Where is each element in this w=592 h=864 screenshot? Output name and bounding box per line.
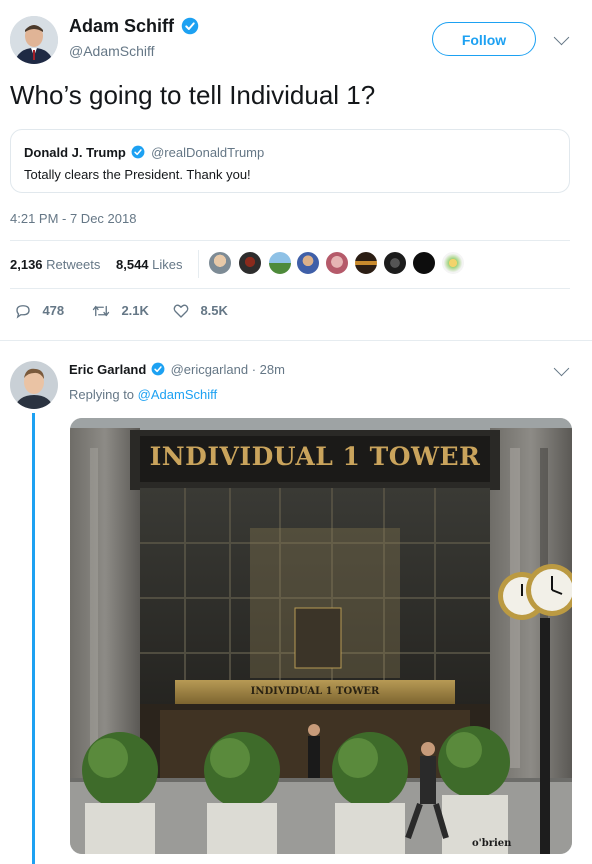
author-handle[interactable]: @AdamSchiff: [69, 43, 155, 59]
action-bar: 478 2.1K 8.5K: [10, 302, 310, 324]
lower-sign: INDIVIDUAL 1 TOWER: [250, 686, 380, 697]
tower-photo: [70, 418, 572, 854]
liker-avatar[interactable]: [238, 251, 262, 275]
quoted-author-name: Donald J. Trump: [24, 145, 126, 160]
tweet-image[interactable]: INDIVIDUAL 1 TOWER INDIVIDUAL 1 TOWER o'…: [70, 418, 572, 854]
photo-credit: o'brien: [472, 838, 512, 849]
liker-avatar[interactable]: [296, 251, 320, 275]
divider: [10, 240, 570, 241]
replying-to-link[interactable]: @AdamSchiff: [138, 387, 217, 402]
likes-stat[interactable]: 8,544 Likes: [116, 257, 183, 272]
thread-line: [32, 413, 35, 864]
quoted-author-handle: @realDonaldTrump: [151, 145, 265, 160]
liker-avatar[interactable]: [325, 251, 349, 275]
likes-label: Likes: [152, 257, 183, 272]
reply-header: Eric Garland @ericgarland · 28m: [69, 362, 285, 377]
author-name[interactable]: Adam Schiff: [69, 16, 199, 37]
stats-separator: [198, 250, 199, 278]
heart-icon: [173, 304, 189, 318]
reply-author-name[interactable]: Eric Garland: [69, 362, 146, 377]
quoted-author: Donald J. Trump @realDonaldTrump: [24, 145, 264, 160]
liker-avatar[interactable]: [383, 251, 407, 275]
chevron-down-icon[interactable]: [553, 360, 570, 377]
liker-avatar[interactable]: [268, 251, 292, 275]
reply-separator: ·: [251, 362, 257, 377]
replying-to: Replying to @AdamSchiff: [69, 387, 217, 402]
liker-avatar[interactable]: [441, 251, 465, 275]
quoted-tweet[interactable]: Donald J. Trump @realDonaldTrump Totally…: [10, 129, 570, 193]
like-count: 8.5K: [200, 303, 228, 319]
like-button[interactable]: 8.5K: [172, 302, 228, 320]
retweets-count: 2,136: [10, 257, 43, 272]
tweet-text: Who’s going to tell Individual 1?: [10, 80, 376, 110]
avatar[interactable]: [10, 16, 58, 64]
reply-author-handle[interactable]: @ericgarland: [171, 362, 249, 377]
retweets-stat[interactable]: 2,136 Retweets: [10, 257, 100, 272]
reply-time[interactable]: 28m: [260, 362, 285, 377]
liker-avatar[interactable]: [412, 251, 436, 275]
retweet-icon: [92, 305, 110, 317]
tower-sign: INDIVIDUAL 1 TOWER: [149, 442, 481, 471]
author-name-text[interactable]: Adam Schiff: [69, 16, 174, 36]
divider: [10, 288, 570, 289]
tweet-timestamp[interactable]: 4:21 PM - 7 Dec 2018: [10, 211, 136, 226]
reply-icon: [16, 305, 30, 319]
likes-count: 8,544: [116, 257, 149, 272]
liker-avatar[interactable]: [208, 251, 232, 275]
retweet-count: 2.1K: [121, 303, 149, 319]
quoted-text: Totally clears the President. Thank you!: [24, 167, 251, 182]
verified-icon: [132, 145, 145, 159]
liker-avatar[interactable]: [354, 251, 378, 275]
reply-button[interactable]: 478: [14, 302, 64, 320]
replying-prefix: Replying to: [69, 387, 135, 402]
follow-button[interactable]: Follow: [432, 22, 536, 56]
avatar[interactable]: [10, 361, 58, 409]
verified-icon: [181, 17, 199, 34]
section-divider: [0, 340, 592, 341]
retweet-button[interactable]: 2.1K: [91, 302, 149, 320]
reply-count: 478: [42, 303, 65, 319]
chevron-down-icon[interactable]: [553, 29, 570, 46]
retweets-label: Retweets: [46, 257, 101, 272]
verified-icon: [151, 362, 165, 376]
